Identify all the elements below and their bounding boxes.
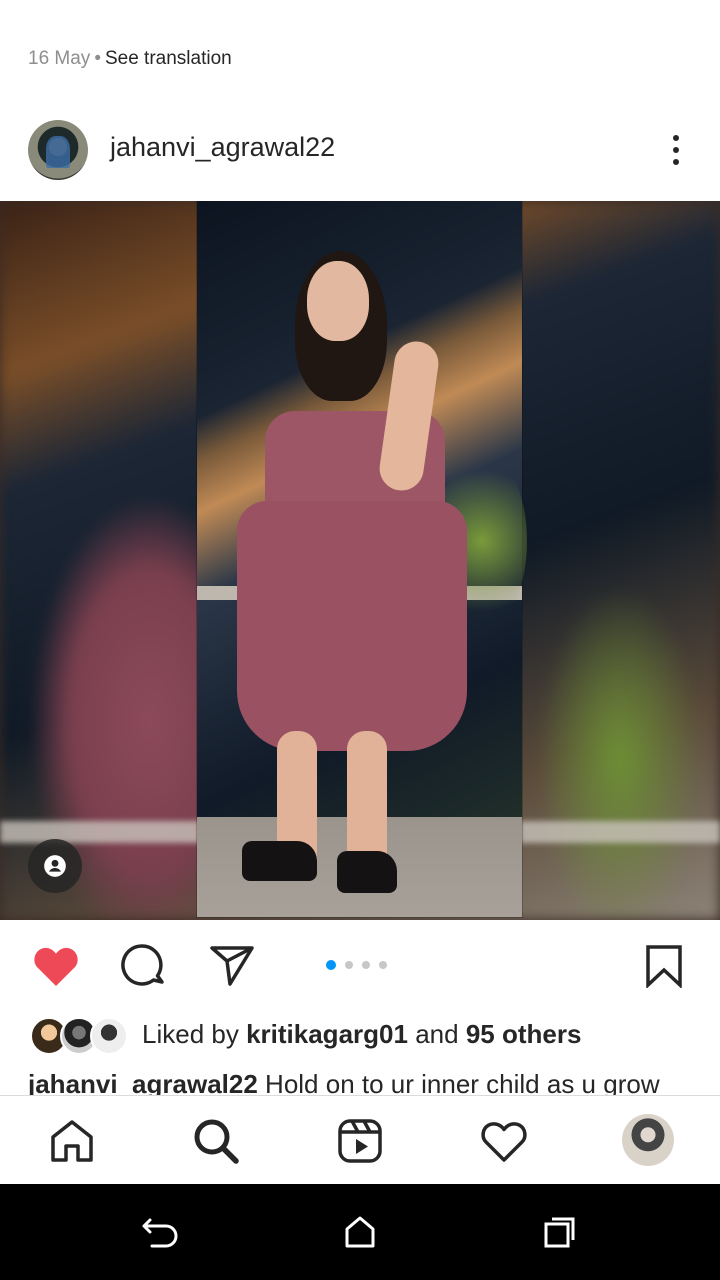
reels-glyph — [338, 1119, 382, 1163]
profile-avatar[interactable] — [622, 1114, 674, 1166]
post-meta-line: 16 May • See translation — [28, 48, 232, 70]
post-action-bar — [0, 930, 720, 1002]
photo-main-image — [197, 201, 527, 917]
comment-icon[interactable] — [118, 942, 170, 990]
likes-summary: Liked by kritikagarg01 and 95 others — [142, 1019, 581, 1050]
carousel-dot — [362, 961, 370, 969]
carousel-dot-active — [326, 960, 336, 970]
save-glyph — [646, 945, 682, 988]
post-header: jahanvi_agrawal22 — [0, 110, 720, 190]
bottom-navigation-bar — [0, 1095, 720, 1185]
search-icon[interactable] — [191, 1116, 241, 1166]
likes-row[interactable]: Liked by kritikagarg01 and 95 others — [30, 1013, 720, 1059]
share-glyph — [210, 946, 254, 986]
person-boot — [337, 851, 397, 893]
user-tag-glyph — [44, 855, 66, 877]
recents-icon[interactable] — [540, 1212, 580, 1252]
person-boot — [242, 841, 317, 881]
recents-glyph — [544, 1217, 575, 1248]
see-translation-link[interactable]: See translation — [105, 48, 232, 69]
photo-railing-right — [520, 821, 720, 843]
activity-glyph — [481, 1122, 527, 1162]
author-username[interactable]: jahanvi_agrawal22 — [110, 132, 335, 163]
comment-glyph — [121, 944, 164, 986]
user-tag-icon[interactable] — [28, 839, 82, 893]
caption-username[interactable]: jahanvi_agrawal22 — [28, 1069, 258, 1096]
person-face — [307, 261, 369, 341]
bookmark-icon[interactable] — [638, 942, 690, 990]
carousel-dot — [345, 961, 353, 969]
search-glyph — [194, 1119, 239, 1164]
post-caption: jahanvi_agrawal22 Hold on to ur inner ch… — [28, 1066, 718, 1096]
back-icon[interactable] — [140, 1212, 180, 1252]
system-navigation-bar — [0, 1184, 720, 1280]
home-glyph — [51, 1120, 93, 1162]
liked-by-others[interactable]: 95 others — [466, 1019, 582, 1049]
carousel-dot — [379, 961, 387, 969]
person-dress-skirt — [237, 501, 467, 751]
caption-text: Hold on to ur inner child as u grow — [265, 1069, 660, 1096]
reels-icon[interactable] — [335, 1116, 385, 1166]
carousel-indicator — [326, 960, 387, 970]
sys-home-glyph — [345, 1216, 375, 1248]
heart-outline-icon[interactable] — [479, 1116, 529, 1166]
home-outline-icon[interactable] — [340, 1212, 380, 1252]
photo-railing-left — [0, 821, 200, 843]
back-glyph — [142, 1218, 178, 1248]
liker-avatar — [90, 1017, 128, 1055]
post-date: 16 May — [28, 48, 91, 69]
dot — [673, 147, 679, 153]
post-photo[interactable] — [0, 201, 720, 920]
dot — [673, 135, 679, 141]
home-icon[interactable] — [47, 1116, 97, 1166]
meta-separator: • — [94, 48, 101, 69]
liked-by-user[interactable]: kritikagarg01 — [246, 1019, 408, 1049]
more-options-icon[interactable] — [660, 130, 692, 170]
heart-filled-icon[interactable] — [30, 942, 82, 990]
liked-by-and: and — [415, 1019, 459, 1049]
like-glyph — [34, 947, 78, 986]
send-icon[interactable] — [206, 942, 258, 990]
author-avatar[interactable] — [28, 120, 88, 180]
dot — [673, 159, 679, 165]
liked-by-prefix: Liked by — [142, 1019, 239, 1049]
